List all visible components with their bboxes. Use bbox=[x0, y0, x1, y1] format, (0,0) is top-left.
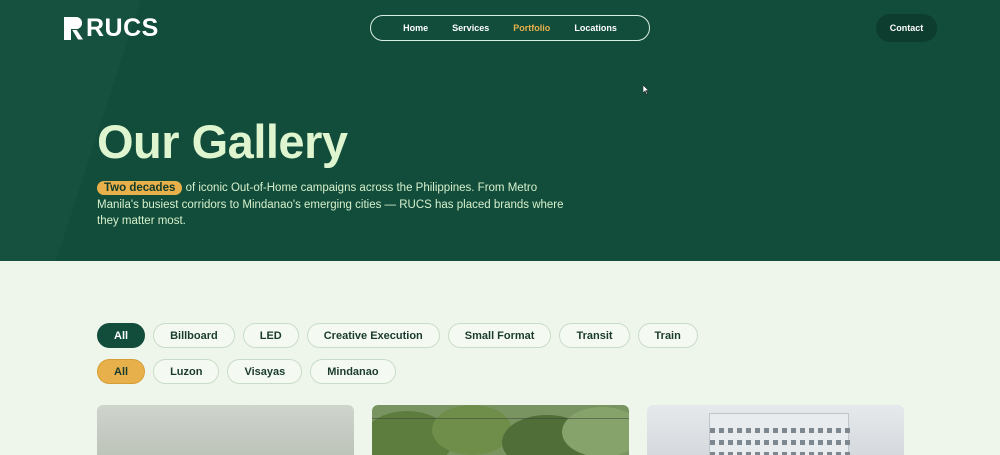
filter-category-all[interactable]: All bbox=[97, 323, 146, 348]
category-filters: All Billboard LED Creative Execution Sma… bbox=[97, 323, 698, 348]
filter-region-visayas[interactable]: Visayas bbox=[227, 359, 303, 384]
filter-category-billboard[interactable]: Billboard bbox=[153, 323, 235, 348]
cursor-arrow-icon bbox=[643, 85, 649, 95]
gallery-card-image[interactable] bbox=[97, 405, 354, 455]
nav-item-home[interactable]: Home bbox=[403, 23, 428, 33]
highlight-badge: Two decades bbox=[97, 181, 183, 195]
filter-region-luzon[interactable]: Luzon bbox=[153, 359, 220, 384]
filter-region-mindanao[interactable]: Mindanao bbox=[310, 359, 396, 384]
nav-item-services[interactable]: Services bbox=[452, 23, 489, 33]
region-filters: All Luzon Visayas Mindanao bbox=[97, 359, 396, 384]
logo-mark-icon bbox=[64, 16, 84, 40]
hero-description: Two decades of iconic Out-of-Home campai… bbox=[97, 180, 567, 230]
gallery-card-image[interactable] bbox=[372, 405, 629, 455]
filter-region-all[interactable]: All bbox=[97, 359, 146, 384]
page-title: Our Gallery bbox=[97, 115, 348, 168]
hero-section: RUCS Home Services Portfolio Locations C… bbox=[0, 0, 1000, 261]
filter-category-led[interactable]: LED bbox=[242, 323, 299, 348]
gallery-card-image[interactable] bbox=[647, 405, 904, 455]
brand-name: RUCS bbox=[86, 14, 159, 42]
contact-button[interactable]: Contact bbox=[876, 14, 937, 42]
nav-item-portfolio[interactable]: Portfolio bbox=[513, 23, 550, 33]
main-nav: Home Services Portfolio Locations bbox=[370, 15, 650, 41]
nav-item-locations[interactable]: Locations bbox=[574, 23, 617, 33]
filter-category-transit[interactable]: Transit bbox=[559, 323, 630, 348]
brand-logo[interactable]: RUCS bbox=[64, 15, 159, 41]
filter-category-creative-execution[interactable]: Creative Execution bbox=[306, 323, 440, 348]
filter-category-small-format[interactable]: Small Format bbox=[447, 323, 552, 348]
filter-category-train[interactable]: Train bbox=[637, 323, 698, 348]
